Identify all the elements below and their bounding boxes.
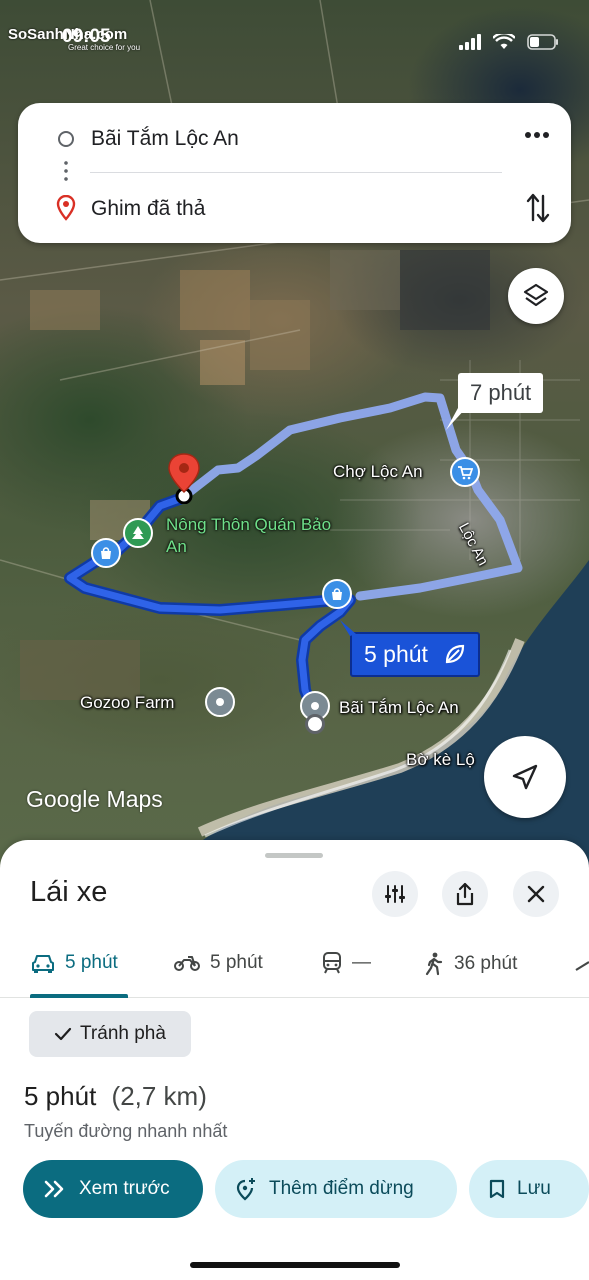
sheet-title: Lái xe xyxy=(30,876,108,908)
eco-leaf-icon xyxy=(446,644,465,664)
park-marker-icon[interactable] xyxy=(123,518,153,548)
destination-field[interactable]: Ghim đã thả xyxy=(91,197,205,221)
route-duration: 5 phút xyxy=(24,1081,97,1111)
bubble-tail xyxy=(446,408,466,430)
home-indicator xyxy=(190,1262,400,1268)
wifi-icon xyxy=(493,34,515,49)
directions-sheet: Lái xe 5 phút 5 phút — 36 phút Tránh phà… xyxy=(0,840,589,1280)
tab-walk[interactable]: 36 phút xyxy=(424,952,517,976)
navigation-arrow-icon xyxy=(512,764,538,790)
avoid-ferries-chip[interactable]: Tránh phà xyxy=(29,1011,191,1057)
swap-icon[interactable] xyxy=(526,192,550,224)
check-icon xyxy=(54,1027,72,1041)
status-time: 09:05 xyxy=(62,26,111,47)
main-route-time-bubble[interactable]: 5 phút xyxy=(350,632,481,677)
layers-button[interactable] xyxy=(508,268,564,324)
close-icon xyxy=(527,885,545,903)
restaurant-label: Nông Thôn Quán Bảo An xyxy=(166,515,332,556)
route-description: Tuyến đường nhanh nhất xyxy=(24,1121,228,1141)
motorbike-icon xyxy=(174,956,200,971)
walk-icon xyxy=(425,952,443,976)
beach-label: Bãi Tắm Lộc An xyxy=(339,698,459,717)
google-maps-logo: Google Maps xyxy=(26,786,163,812)
tab-motorbike[interactable]: 5 phút xyxy=(174,952,263,974)
share-button[interactable] xyxy=(442,871,488,917)
tab-drive[interactable]: 5 phút xyxy=(31,952,118,974)
save-button[interactable]: Lưu xyxy=(469,1160,589,1218)
destination-pin-icon xyxy=(56,195,76,221)
route-summary: 5 phút (2,7 km) xyxy=(24,1081,207,1112)
farm-label: Gozoo Farm xyxy=(80,693,175,712)
market-marker-icon[interactable] xyxy=(450,457,480,487)
signal-icon xyxy=(459,34,481,50)
car-icon xyxy=(32,955,54,973)
more-modes-icon[interactable] xyxy=(574,958,589,978)
close-button[interactable] xyxy=(513,871,559,917)
double-chevron-icon xyxy=(44,1180,64,1198)
shop-marker-icon[interactable] xyxy=(91,538,121,568)
route-options-button[interactable] xyxy=(372,871,418,917)
origin-field[interactable]: Bãi Tắm Lộc An xyxy=(91,127,239,151)
more-vert-icon[interactable] xyxy=(524,131,550,139)
add-stop-button[interactable]: Thêm điểm dừng xyxy=(215,1160,457,1218)
my-location-button[interactable] xyxy=(484,736,566,818)
battery-icon xyxy=(527,34,558,50)
map-view[interactable]: SoSanhNha.com Great choice for you 09:05… xyxy=(0,0,589,880)
shop-marker-icon[interactable] xyxy=(322,579,352,609)
layers-icon xyxy=(523,283,549,307)
add-location-icon xyxy=(236,1178,255,1201)
sheet-drag-handle[interactable] xyxy=(265,853,323,858)
farm-marker-icon[interactable] xyxy=(205,687,235,717)
directions-card: Bãi Tắm Lộc An Ghim đã thả xyxy=(18,103,571,243)
transit-icon xyxy=(323,952,341,974)
bubble-tail xyxy=(340,620,356,636)
origin-dot-icon xyxy=(58,131,74,147)
share-icon xyxy=(456,882,474,906)
origin-point-icon xyxy=(305,714,325,734)
tab-transit[interactable]: — xyxy=(322,952,371,974)
market-label: Chợ Lộc An xyxy=(333,462,423,481)
route-dots-icon xyxy=(64,159,68,185)
divider xyxy=(90,172,502,173)
preview-button[interactable]: Xem trước xyxy=(23,1160,203,1218)
bookmark-icon xyxy=(489,1179,505,1199)
active-tab-indicator xyxy=(30,994,128,998)
travel-mode-tabs: 5 phút 5 phút — 36 phút xyxy=(0,940,589,998)
alt-route-time-bubble[interactable]: 7 phút xyxy=(458,373,544,413)
tune-icon xyxy=(385,885,405,903)
dropped-pin-icon[interactable] xyxy=(165,452,203,504)
route-distance: (2,7 km) xyxy=(111,1081,207,1111)
embankment-label: Bờ kè Lộ xyxy=(406,750,475,769)
status-icons xyxy=(459,34,559,50)
